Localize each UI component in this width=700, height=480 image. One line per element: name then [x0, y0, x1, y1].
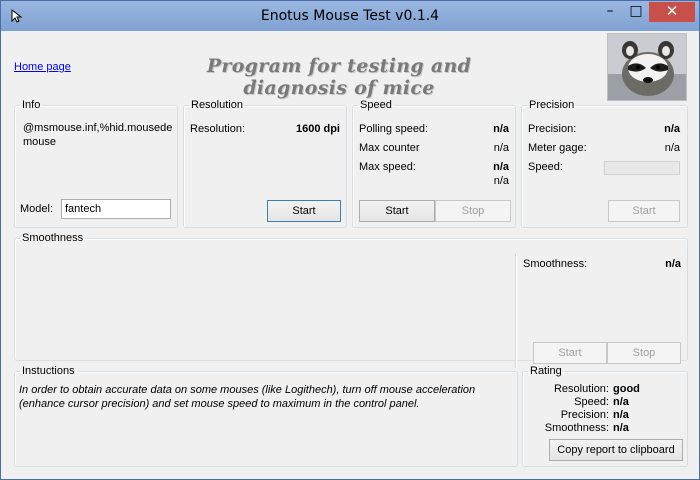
polling-speed-label: Polling speed: [359, 123, 429, 135]
meter-gage-label: Meter gage: [528, 142, 587, 154]
minimize-button[interactable]: – [597, 2, 623, 22]
maximize-button[interactable]: □ [623, 2, 649, 22]
rating-resolution-value: good [613, 383, 640, 395]
program-banner: Program for testing and diagnosis of mic… [206, 55, 472, 99]
smoothness-value: n/a [665, 258, 681, 270]
rating-precision-value: n/a [613, 409, 629, 421]
rating-speed-label: Speed: [574, 396, 609, 408]
title-bar[interactable]: Enotus Mouse Test v0.1.4 – □ ✕ [1, 1, 699, 31]
rating-resolution-label: Resolution: [553, 383, 609, 395]
info-legend: Info [22, 99, 41, 111]
info-group: Info @msmouse.inf,%hid.mousede mouse Mod… [14, 99, 178, 228]
resolution-label: Resolution: [190, 123, 246, 135]
home-page-link[interactable]: Home page [14, 61, 71, 73]
smoothness-stop-button[interactable]: Stop [607, 342, 681, 364]
max-speed-value: n/a [493, 161, 509, 173]
rating-legend: Rating [530, 365, 562, 377]
resolution-start-button[interactable]: Start [267, 200, 341, 222]
speed-legend: Speed [360, 99, 392, 111]
instructions-text: In order to obtain accurate data on some… [19, 384, 476, 410]
max-speed-label: Max speed: [359, 161, 416, 173]
instructions-group: Instuctions In order to obtain accurate … [14, 365, 518, 467]
precision-group: Precision Precision: n/a Meter gage: n/a… [521, 99, 688, 228]
rating-smoothness-label: Smoothness: [544, 422, 609, 434]
speed-stop-button[interactable]: Stop [435, 200, 511, 222]
precision-value: n/a [664, 123, 680, 135]
smoothness-canvas[interactable] [17, 254, 513, 366]
model-input[interactable] [61, 199, 171, 219]
device-id-text: @msmouse.inf,%hid.mousede mouse [23, 122, 173, 148]
precision-speed-label: Speed: [528, 161, 563, 173]
close-button[interactable]: ✕ [649, 2, 695, 22]
rating-precision-label: Precision: [560, 409, 609, 421]
max-speed-value-secondary: n/a [493, 175, 509, 187]
copy-report-button[interactable]: Copy report to clipboard [549, 439, 683, 461]
smoothness-start-button[interactable]: Start [533, 342, 607, 364]
speed-start-button[interactable]: Start [359, 200, 435, 222]
smoothness-legend: Smoothness [22, 232, 84, 244]
precision-start-button[interactable]: Start [608, 200, 680, 222]
resolution-value: 1600 dpi [295, 123, 340, 135]
resolution-legend: Resolution [191, 99, 243, 111]
meter-gage-value: n/a [664, 142, 680, 154]
polling-speed-value: n/a [493, 123, 509, 135]
model-label: Model: [20, 203, 54, 215]
precision-label: Precision: [528, 123, 577, 135]
raccoon-photo [607, 33, 687, 101]
smoothness-divider [515, 254, 517, 368]
precision-legend: Precision [529, 99, 575, 111]
window-title: Enotus Mouse Test v0.1.4 [260, 8, 440, 24]
app-window: Enotus Mouse Test v0.1.4 – □ ✕ Home page… [0, 0, 700, 480]
resolution-group: Resolution Resolution: 1600 dpi Start [183, 99, 347, 228]
speed-group: Speed Polling speed: n/a Max counter n/a… [352, 99, 516, 228]
rating-smoothness-value: n/a [613, 422, 629, 434]
smoothness-group: Smoothness Smoothness: n/a Start Stop [14, 232, 688, 368]
smoothness-label: Smoothness: [523, 258, 588, 270]
precision-speed-meter [604, 161, 680, 175]
max-counter-value: n/a [493, 142, 509, 154]
client-area: Home page Program for testing and diagno… [9, 31, 693, 473]
instructions-legend: Instuctions [22, 365, 75, 377]
rating-group: Rating Resolution: good Speed: n/a Preci… [522, 365, 688, 467]
rating-speed-value: n/a [613, 396, 629, 408]
max-counter-label: Max counter [359, 142, 420, 154]
